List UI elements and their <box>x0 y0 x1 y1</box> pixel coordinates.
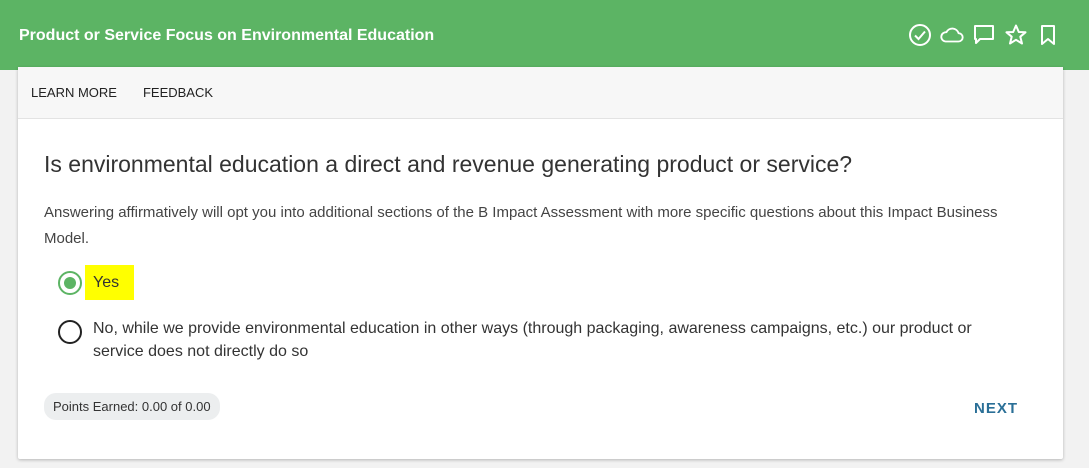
next-button[interactable]: NEXT <box>974 400 1018 417</box>
points-earned-badge: Points Earned: 0.00 of 0.00 <box>44 393 220 420</box>
question-card: LEARN MORE FEEDBACK Is environmental edu… <box>18 67 1063 459</box>
tab-learn-more[interactable]: LEARN MORE <box>31 85 117 100</box>
radio-no[interactable] <box>58 320 82 344</box>
page-title: Product or Service Focus on Environmenta… <box>19 27 435 44</box>
comment-icon[interactable] <box>971 22 997 48</box>
cloud-icon[interactable] <box>939 22 965 48</box>
option-no[interactable]: No, while we provide environmental educa… <box>58 317 1018 363</box>
option-yes[interactable]: Yes <box>58 265 135 300</box>
question-description: Answering affirmatively will opt you int… <box>44 204 998 247</box>
question-title: Is environmental education a direct and … <box>44 151 853 177</box>
radio-yes[interactable] <box>58 271 82 295</box>
star-icon[interactable] <box>1003 22 1029 48</box>
header-bar: Product or Service Focus on Environmenta… <box>0 0 1089 70</box>
header-actions <box>907 22 1061 48</box>
option-yes-label: Yes <box>85 265 135 300</box>
card-tabs: LEARN MORE FEEDBACK <box>18 67 1063 119</box>
option-no-label: No, while we provide environmental educa… <box>93 320 972 360</box>
check-circle-icon[interactable] <box>907 22 933 48</box>
tab-feedback[interactable]: FEEDBACK <box>143 85 213 100</box>
bookmark-icon[interactable] <box>1035 22 1061 48</box>
